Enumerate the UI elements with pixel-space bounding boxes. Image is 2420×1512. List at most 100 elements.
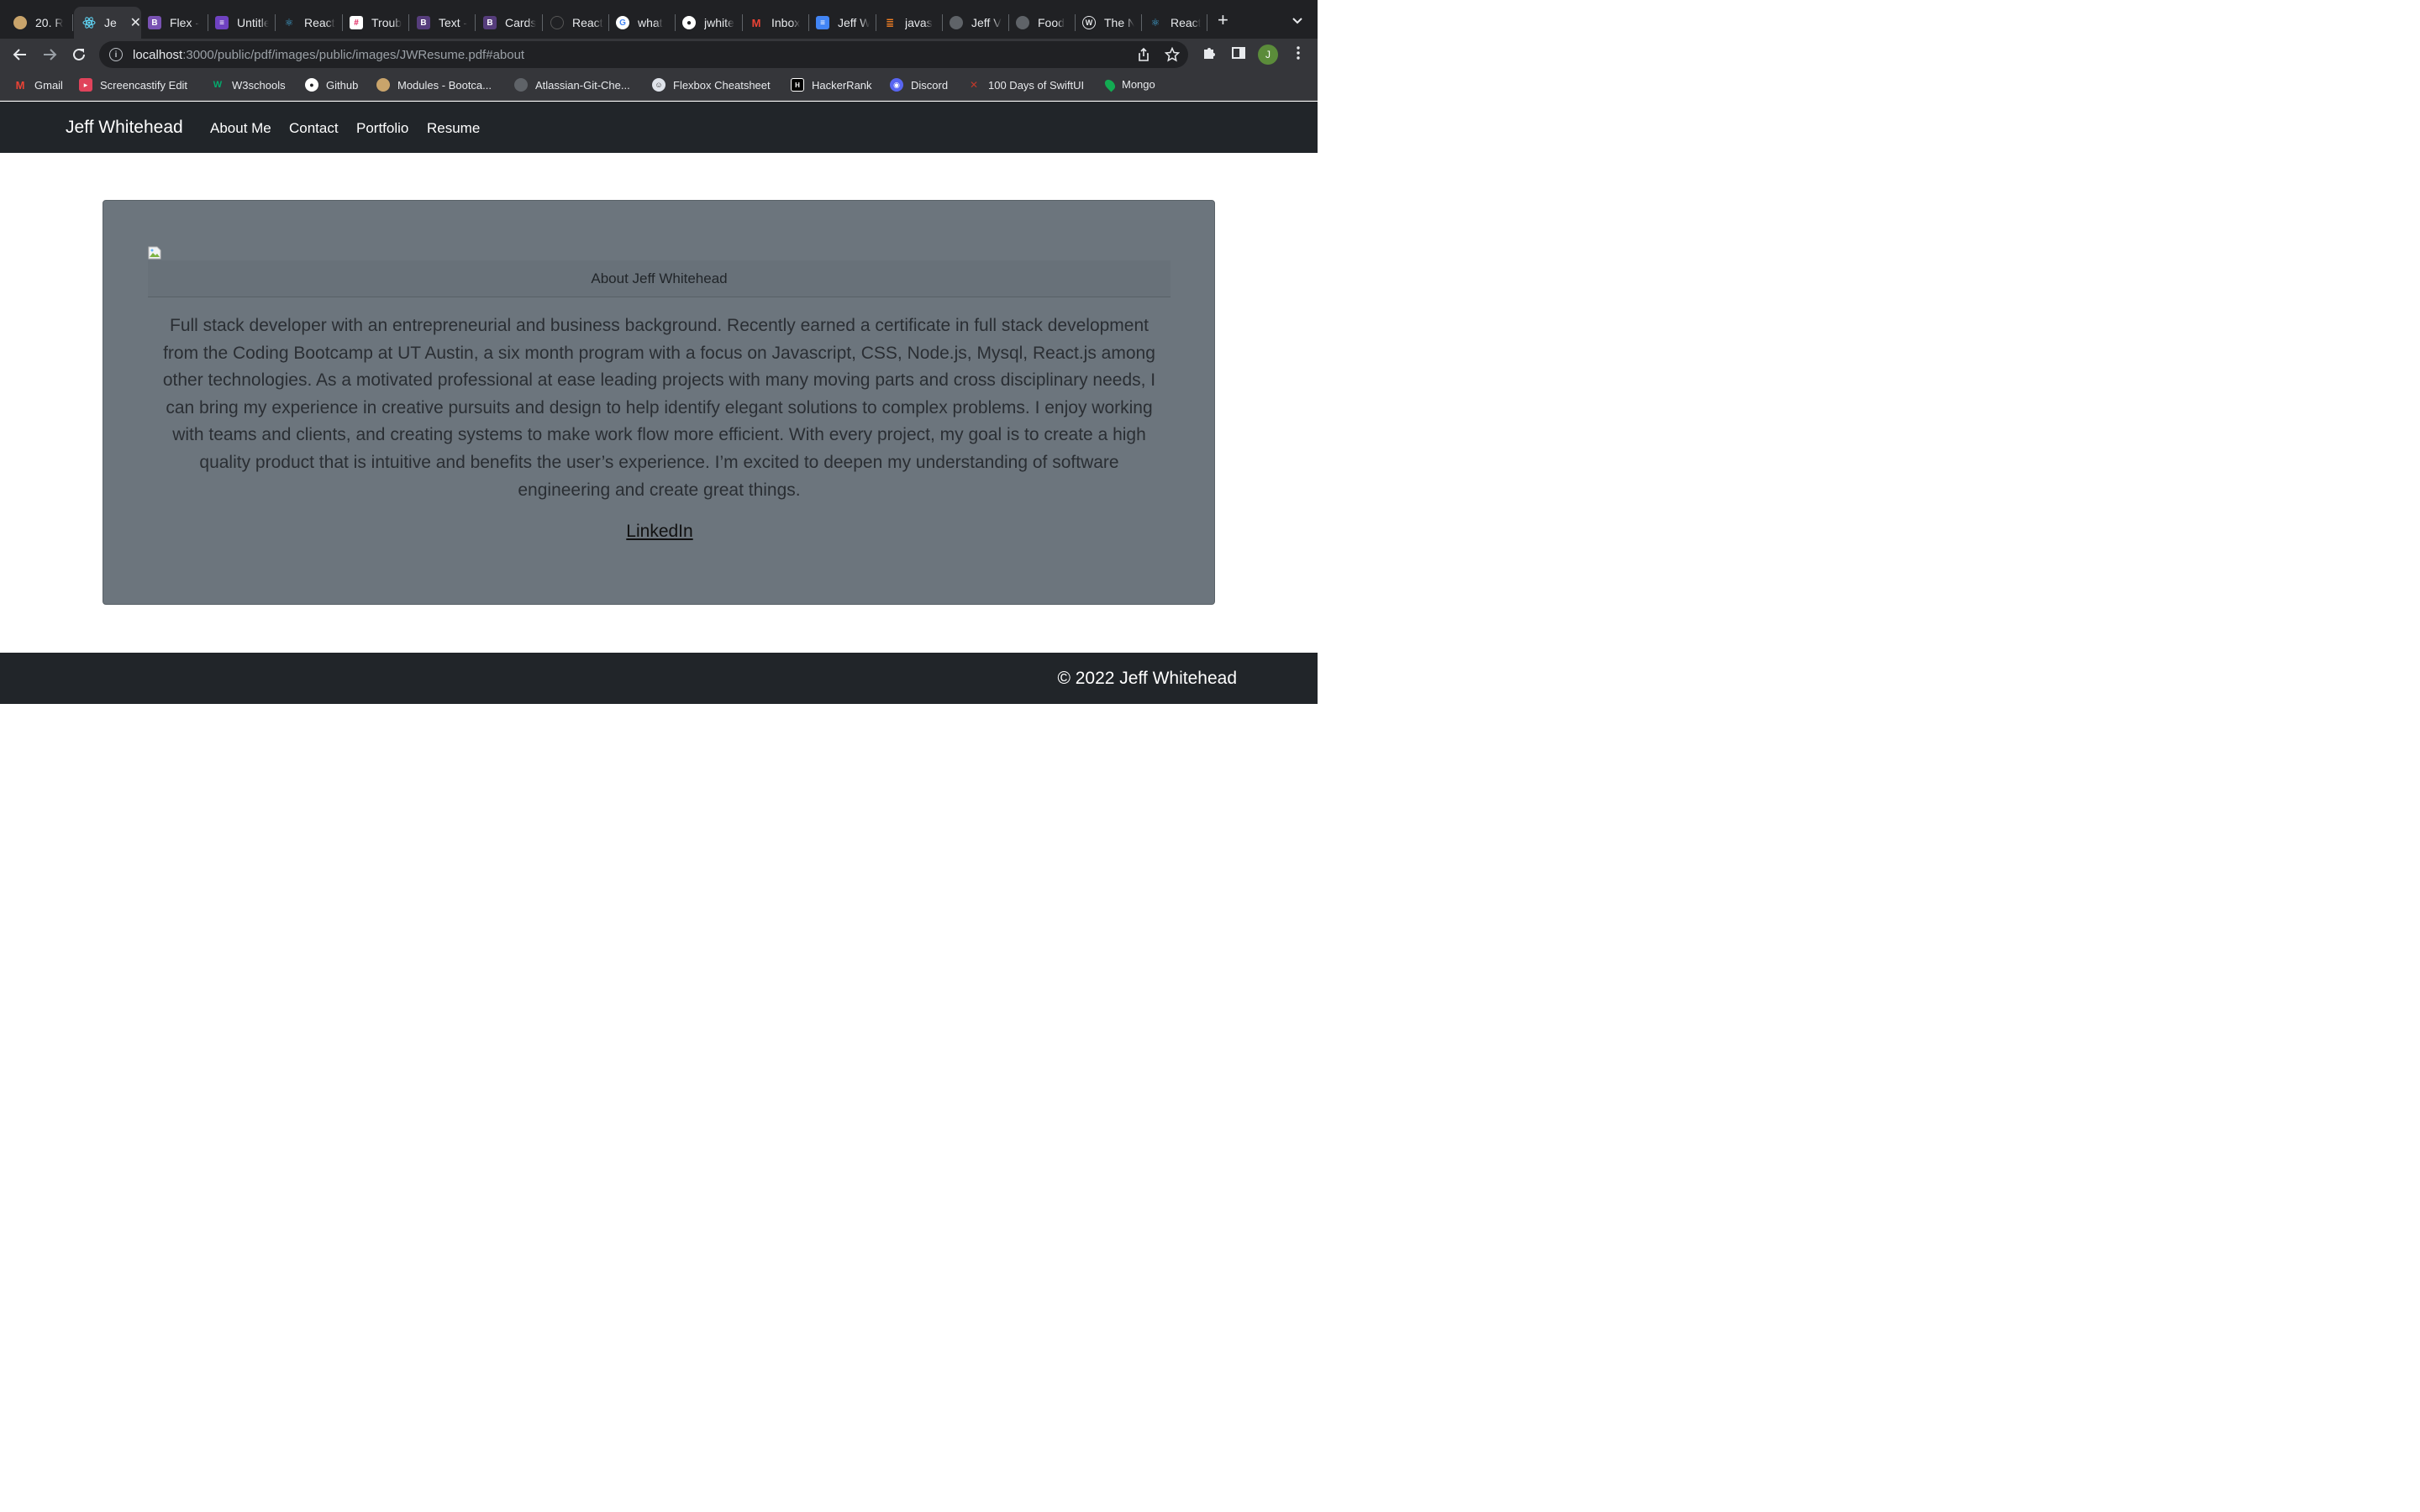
side-panel-icon[interactable]	[1231, 45, 1246, 60]
site-info-icon[interactable]: i	[109, 48, 123, 61]
nav-link-portfolio[interactable]: Portfolio	[356, 120, 408, 137]
bookmark-item[interactable]: Atlassian-Git-Che...	[514, 78, 630, 92]
react-bootstrap-icon: ⚛	[284, 17, 294, 29]
wordpress-icon: W	[1082, 16, 1096, 29]
browser-tab[interactable]: Food	[1016, 7, 1068, 39]
browser-tab-active[interactable]: Je ✕	[74, 7, 141, 39]
browser-tab[interactable]: 20. R	[13, 7, 67, 39]
browser-tab[interactable]: B Cards	[483, 7, 537, 39]
browser-tab[interactable]: Jeff V	[950, 7, 1002, 39]
arrow-right-icon	[44, 49, 57, 60]
bookmark-item[interactable]: ● Github	[305, 78, 358, 92]
forward-button[interactable]	[40, 45, 59, 64]
about-card: About Jeff Whitehead Full stack develope…	[103, 200, 1215, 605]
navbar-brand[interactable]: Jeff Whitehead	[66, 118, 183, 138]
globe-icon	[514, 78, 528, 92]
bookmark-item[interactable]: Modules - Bootca...	[376, 78, 492, 92]
google-icon: G	[616, 16, 629, 29]
tab-label: javas	[905, 16, 933, 29]
bookmark-label: 100 Days of SwiftUI	[988, 78, 1085, 92]
bookmark-label: Github	[326, 78, 359, 92]
gmail-icon: M	[751, 16, 761, 29]
bookmark-item[interactable]: H HackerRank	[791, 78, 872, 92]
bookmark-item[interactable]: ◉ Discord	[890, 78, 948, 92]
browser-tab-strip: 20. R Je ✕ B Flex - ≡ Untitle ⚛ React # …	[0, 0, 1318, 39]
swift-icon: ✕	[969, 79, 979, 91]
linkedin-link-container: LinkedIn	[103, 522, 1216, 542]
bookmark-label: Flexbox Cheatsheet	[673, 78, 771, 92]
stackoverflow-icon: ≣	[885, 17, 895, 29]
linkedin-link[interactable]: LinkedIn	[626, 522, 692, 541]
arrow-left-icon	[13, 49, 26, 60]
bookmarks-bar: M Gmail ▸ Screencastify Edit W W3schools…	[0, 71, 1318, 101]
slack-icon: #	[350, 16, 363, 29]
bookmark-item[interactable]: M Gmail	[13, 78, 63, 92]
browser-tab[interactable]: # Troub	[350, 7, 402, 39]
url-path: :3000/public/pdf/images/public/images/JW…	[182, 47, 525, 62]
tab-label: Cards	[505, 16, 537, 29]
bookmark-item[interactable]: ▸ Screencastify Edit	[79, 78, 187, 92]
bookmark-label: Gmail	[34, 78, 63, 92]
tab-label: Troub	[371, 16, 402, 29]
bootstrap-icon: B	[148, 16, 161, 29]
browser-tab[interactable]: React	[550, 7, 604, 39]
react-bootstrap-icon: ⚛	[1150, 17, 1160, 29]
reload-icon	[73, 48, 85, 60]
browser-tab[interactable]: ⚛ React	[282, 7, 338, 39]
flexbox-icon: ☺	[652, 78, 666, 92]
bookmark-item[interactable]: ☺ Flexbox Cheatsheet	[652, 78, 771, 92]
tab-label: Untitle	[237, 16, 269, 29]
browser-tab[interactable]: B Flex -	[148, 7, 203, 39]
browser-tab[interactable]: ● jwhite	[682, 7, 736, 39]
extensions-puzzle-icon[interactable]	[1202, 45, 1217, 60]
tab-label: The N	[1104, 16, 1134, 29]
bookmark-label: Discord	[911, 78, 949, 92]
tab-label: 20. R	[35, 16, 64, 29]
hackerrank-icon: H	[791, 78, 804, 92]
browser-tab[interactable]: ⚛ React	[1149, 7, 1201, 39]
new-tab-button[interactable]: +	[1218, 11, 1228, 29]
nav-link-contact[interactable]: Contact	[289, 120, 339, 137]
browser-tab[interactable]: ≡ Jeff W	[816, 7, 870, 39]
browser-tab[interactable]: ≡ Untitle	[215, 7, 269, 39]
profile-avatar[interactable]: J	[1258, 45, 1278, 65]
browser-toolbar: i localhost:3000/public/pdf/images/publi…	[0, 39, 1318, 71]
nav-link-resume[interactable]: Resume	[427, 120, 480, 137]
browser-tab[interactable]: G what	[616, 7, 668, 39]
site-footer: © 2022 Jeff Whitehead	[0, 653, 1318, 704]
tab-favicon-icon	[13, 16, 27, 29]
address-bar[interactable]: i localhost:3000/public/pdf/images/publi…	[99, 41, 1188, 68]
bookmark-label: Modules - Bootca...	[397, 78, 492, 92]
nav-link-about-me[interactable]: About Me	[210, 120, 271, 137]
broken-image-icon	[147, 245, 162, 260]
tab-label: Text -	[439, 16, 468, 29]
bootcamp-icon	[376, 78, 390, 92]
tab-label: Jeff W	[838, 16, 870, 29]
bookmark-item[interactable]: ✕ 100 Days of SwiftUI	[967, 78, 1084, 92]
mongo-leaf-icon	[1102, 77, 1118, 92]
tab-label: Je	[104, 16, 117, 29]
list-icon: ≡	[215, 16, 229, 29]
url-text[interactable]: localhost:3000/public/pdf/images/public/…	[133, 48, 524, 62]
bookmark-label: Screencastify Edit	[100, 78, 188, 92]
tab-label: Inbox	[771, 16, 801, 29]
browser-tab[interactable]: ≣ javas	[883, 7, 937, 39]
browser-tab[interactable]: W The N	[1082, 7, 1134, 39]
bookmark-item[interactable]: W W3schools	[211, 78, 286, 92]
share-icon[interactable]	[1136, 47, 1151, 62]
tab-label: jwhite	[704, 16, 734, 29]
bookmark-star-icon[interactable]	[1164, 46, 1181, 62]
browser-tab[interactable]: B Text -	[417, 7, 469, 39]
url-host: localhost	[133, 47, 183, 62]
kebab-menu-icon[interactable]	[1291, 45, 1306, 60]
tab-search-chevron-icon[interactable]	[1291, 13, 1304, 27]
bookmark-item[interactable]: Mongo	[1102, 77, 1155, 92]
reload-button[interactable]	[70, 45, 88, 64]
tab-label: React	[304, 16, 335, 29]
close-tab-icon[interactable]: ✕	[130, 14, 141, 31]
browser-tab[interactable]: M Inbox	[750, 7, 802, 39]
site-navbar: Jeff Whitehead About Me Contact Portfoli…	[0, 102, 1318, 153]
globe-icon	[950, 16, 963, 29]
back-button[interactable]	[11, 45, 29, 64]
bookmark-label: W3schools	[232, 78, 286, 92]
